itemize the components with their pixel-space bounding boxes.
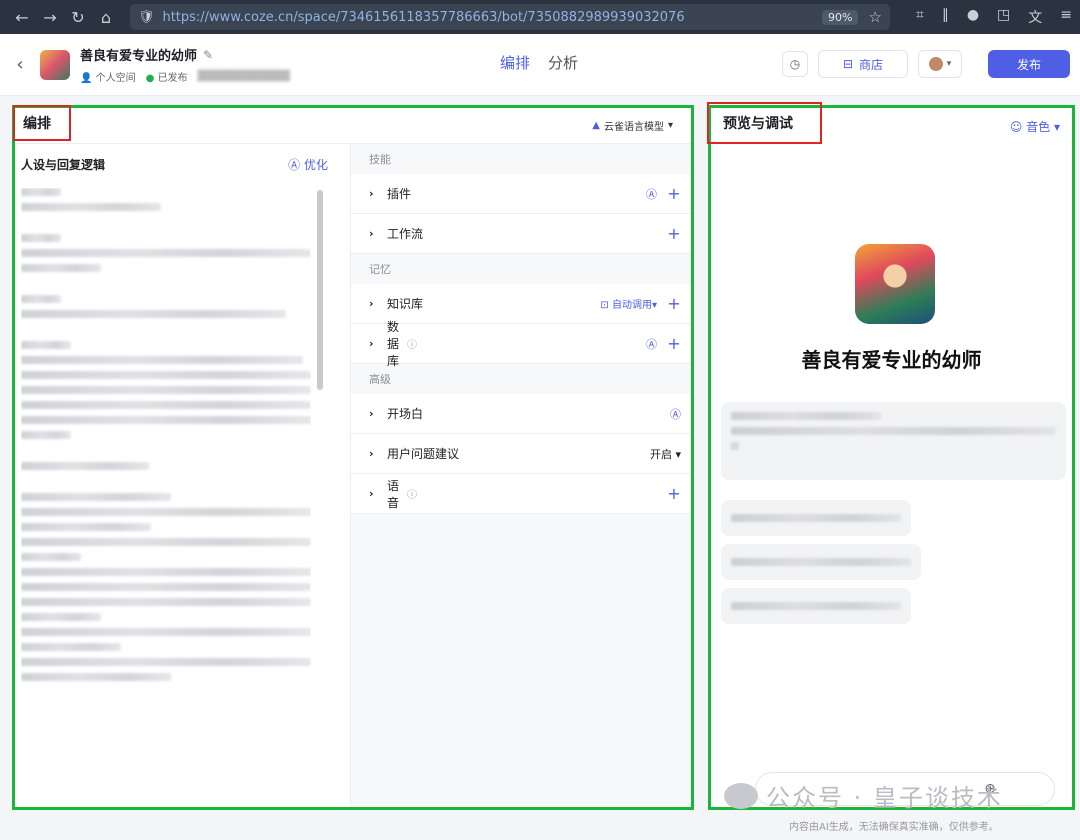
preview-panel-title: 预览与调试 — [707, 102, 822, 144]
reload-icon[interactable]: ↻ — [64, 3, 92, 31]
address-bar[interactable]: 🛡 https://www.coze.cn/space/734615611835… — [130, 4, 890, 30]
auto-call-select[interactable]: ⊡ 自动调用▾ — [600, 296, 657, 311]
publish-button[interactable]: 发布 — [988, 50, 1070, 78]
skill-row-plugins[interactable]: › 插件 Ⓐ + — [351, 174, 691, 214]
skill-row-suggestions[interactable]: › 用户问题建议 开启 ▾ — [351, 434, 691, 474]
blurred-meta: ████████████ — [198, 71, 290, 82]
shield-icon: 🛡 — [138, 10, 155, 25]
skill-row-opening[interactable]: › 开场白 Ⓐ — [351, 394, 691, 434]
preview-panel: 预览与调试 ☺ 音色 ▾ 善良有爱专业的幼师 ⊕ — [708, 105, 1075, 810]
suggestion-chip[interactable] — [721, 588, 911, 624]
space-label: 👤 个人空间 — [80, 69, 136, 84]
edit-panel-title: 编排 — [13, 105, 71, 141]
back-icon[interactable]: ← — [8, 3, 36, 31]
group-label-skills: 技能 — [351, 144, 691, 174]
extensions-icon[interactable]: ◳ — [997, 7, 1010, 27]
watermark: 公众号 · 皇子谈技术 — [724, 778, 1003, 813]
auto-icon[interactable]: Ⓐ — [670, 406, 681, 422]
chevron-right-icon: › — [369, 337, 387, 350]
chevron-right-icon: › — [369, 297, 387, 310]
bookmark-star-icon[interactable]: ☆ — [868, 8, 881, 26]
group-label-memory: 记忆 — [351, 254, 691, 284]
model-select[interactable]: ▲ 云雀语言模型 ▾ — [592, 118, 673, 133]
url-text: https://www.coze.cn/space/73461561183577… — [162, 10, 816, 25]
skill-row-workflow[interactable]: › 工作流 + — [351, 214, 691, 254]
chevron-right-icon: › — [369, 187, 387, 200]
auto-icon[interactable]: Ⓐ — [646, 336, 657, 352]
voice-select[interactable]: ☺ 音色 ▾ — [1010, 118, 1060, 135]
store-button[interactable]: ⊟ 商店 — [818, 50, 908, 78]
edit-icon[interactable]: ✎ — [203, 48, 213, 62]
edit-panel: 编排 ▲ 云雀语言模型 ▾ 人设与回复逻辑 Ⓐ 优化 — [12, 105, 694, 810]
crop-icon[interactable]: ⌗ — [916, 7, 924, 27]
prompt-scrollbar[interactable] — [317, 190, 323, 390]
ai-disclaimer: 内容由AI生成，无法确保真实准确，仅供参考。 — [789, 818, 999, 833]
skill-row-knowledge[interactable]: › 知识库 ⊡ 自动调用▾ + — [351, 284, 691, 324]
store-icon: ⊟ — [843, 57, 853, 71]
app-header: ‹ 善良有爱专业的幼师 ✎ 👤 个人空间 ● 已发布 ████████████ … — [0, 34, 1080, 96]
skill-row-voice[interactable]: › 语音 ⓘ + — [351, 474, 691, 514]
add-voice-icon[interactable]: + — [667, 484, 681, 503]
back-arrow-icon[interactable]: ‹ — [0, 54, 40, 75]
prompt-title: 人设与回复逻辑 — [21, 156, 105, 173]
prompt-column: 人设与回复逻辑 Ⓐ 优化 — [15, 144, 351, 807]
mode-tabs: 编排 分析 — [500, 52, 578, 73]
skill-row-database[interactable]: › 数据库 ⓘ Ⓐ + — [351, 324, 691, 364]
add-database-icon[interactable]: + — [667, 334, 681, 353]
chevron-right-icon: › — [369, 487, 387, 500]
suggestion-chip[interactable] — [721, 500, 911, 536]
bot-name-large: 善良有爱专业的幼师 — [711, 344, 1072, 373]
auto-icon[interactable]: Ⓐ — [646, 186, 657, 202]
info-icon[interactable]: ⓘ — [407, 486, 417, 501]
suggestion-toggle[interactable]: 开启 ▾ — [650, 446, 681, 462]
library-icon[interactable]: ∥ — [942, 7, 949, 27]
intro-message — [721, 402, 1066, 480]
optimize-button[interactable]: Ⓐ 优化 — [288, 156, 328, 173]
chevron-down-icon: ▾ — [668, 120, 673, 131]
chevron-right-icon: › — [369, 447, 387, 460]
bot-avatar-large — [855, 244, 935, 324]
user-menu[interactable]: ▾ — [918, 50, 962, 78]
wechat-icon — [724, 783, 758, 809]
tab-arrange[interactable]: 编排 — [500, 52, 530, 73]
forward-icon[interactable]: → — [36, 3, 64, 31]
info-icon[interactable]: ⓘ — [407, 336, 417, 351]
skills-column: 技能 › 插件 Ⓐ + › 工作流 + 记忆 › 知识库 ⊡ 自动调用▾ + ›… — [351, 144, 691, 807]
chevron-right-icon: › — [369, 227, 387, 240]
suggestion-chip[interactable] — [721, 544, 921, 580]
browser-toolbar: ← → ↻ ⌂ 🛡 https://www.coze.cn/space/7346… — [0, 0, 1080, 34]
bot-name: 善良有爱专业的幼师 — [80, 45, 197, 64]
add-plugin-icon[interactable]: + — [667, 184, 681, 203]
add-workflow-icon[interactable]: + — [667, 224, 681, 243]
chevron-right-icon: › — [369, 407, 387, 420]
prompt-editor[interactable] — [21, 188, 311, 799]
translate-icon[interactable]: 文 — [1028, 7, 1042, 27]
add-knowledge-icon[interactable]: + — [667, 294, 681, 313]
account-icon[interactable]: ● — [967, 7, 979, 27]
group-label-advanced: 高级 — [351, 364, 691, 394]
bot-avatar — [40, 50, 70, 80]
zoom-level[interactable]: 90% — [822, 10, 858, 25]
avatar — [929, 57, 943, 71]
tab-analysis[interactable]: 分析 — [548, 52, 578, 73]
home-icon[interactable]: ⌂ — [92, 3, 120, 31]
model-icon: ▲ — [592, 120, 600, 131]
status-badge: ● 已发布 — [146, 69, 188, 84]
menu-icon[interactable]: ≡ — [1060, 7, 1072, 27]
history-icon[interactable]: ◷ — [782, 51, 808, 77]
chevron-down-icon: ▾ — [947, 59, 952, 69]
